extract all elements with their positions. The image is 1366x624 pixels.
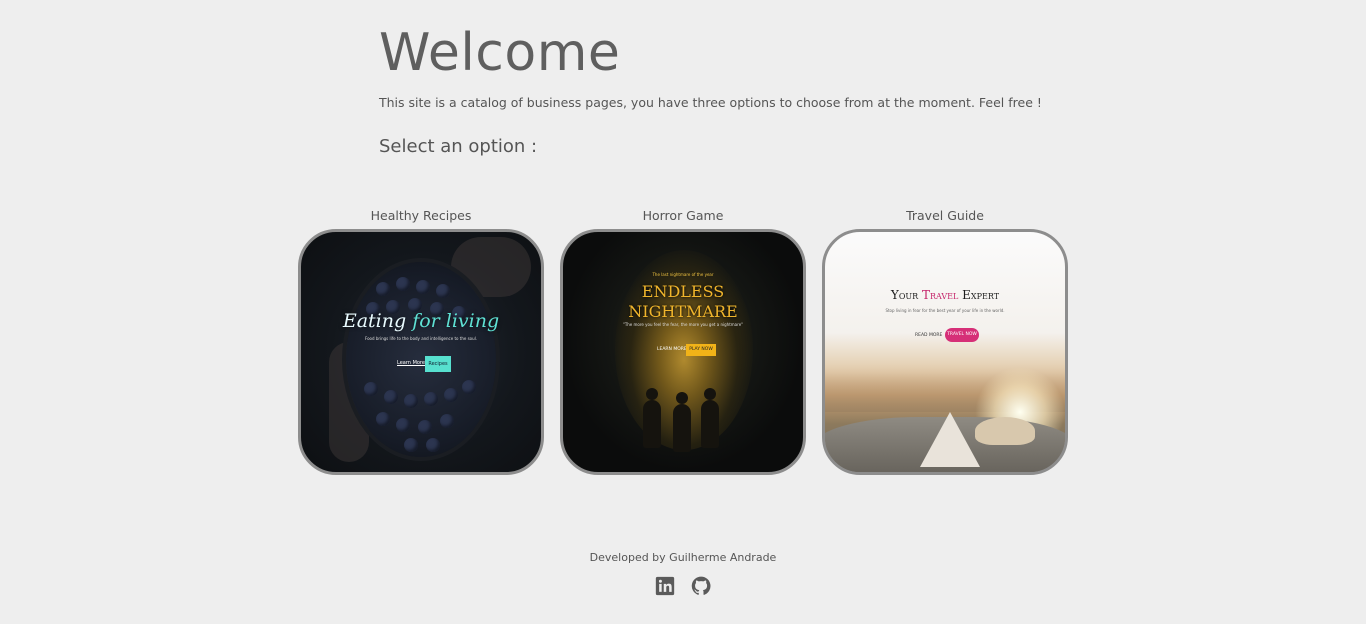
intro-text: This site is a catalog of business pages… [379, 95, 1042, 110]
option-label: Travel Guide [906, 208, 984, 223]
preview-title: ENDLESS NIGHTMARE [628, 282, 738, 321]
map-paper-image [920, 412, 980, 467]
developer-credit: Developed by Guilherme Andrade [589, 551, 777, 564]
linkedin-icon[interactable] [655, 576, 675, 596]
page: Welcome This site is a catalog of busine… [0, 0, 1366, 624]
select-option-heading: Select an option : [379, 136, 538, 157]
preview-play-button: PLAY NOW [686, 344, 716, 356]
preview-learn-more: LEARN MORE [657, 347, 687, 352]
option-card-travel-guide: Travel Guide Your Travel Expert Stop liv… [822, 208, 1068, 475]
preview-recipes-button: Recipes [425, 356, 451, 372]
silhouette-figure [643, 388, 661, 448]
hat-image [975, 417, 1035, 445]
preview-title: Eating for living [342, 310, 500, 332]
horror-game-link[interactable]: The last nightmare of the year ENDLESS NI… [560, 229, 806, 475]
preview-kicker: The last nightmare of the year [652, 272, 714, 277]
option-label: Healthy Recipes [370, 208, 472, 223]
preview-learn-more: Learn More [397, 360, 425, 366]
preview-subtitle: Food brings life to the body and intelli… [364, 336, 478, 341]
travel-guide-link[interactable]: Your Travel Expert Stop living in fear f… [822, 229, 1068, 475]
preview-subtitle: Stop living in fear for the best year of… [885, 308, 1005, 313]
silhouette-figure [673, 392, 691, 452]
social-links [0, 576, 1366, 596]
healthy-recipes-link[interactable]: Eating for living Food brings life to th… [298, 229, 544, 475]
silhouette-figure [701, 388, 719, 448]
preview-read-more: READ MORE [915, 333, 943, 338]
option-card-horror-game: Horror Game The last nightmare of the ye… [560, 208, 806, 475]
preview-title: Your Travel Expert [890, 288, 1000, 302]
option-card-healthy-recipes: Healthy Recipes Eating for living Food b… [298, 208, 544, 475]
preview-travel-button: TRAVEL NOW [945, 328, 979, 342]
option-label: Horror Game [642, 208, 724, 223]
preview-subtitle: "The more you feel the fear, the more yo… [622, 322, 743, 327]
page-title: Welcome [379, 23, 621, 83]
github-icon[interactable] [691, 576, 711, 596]
